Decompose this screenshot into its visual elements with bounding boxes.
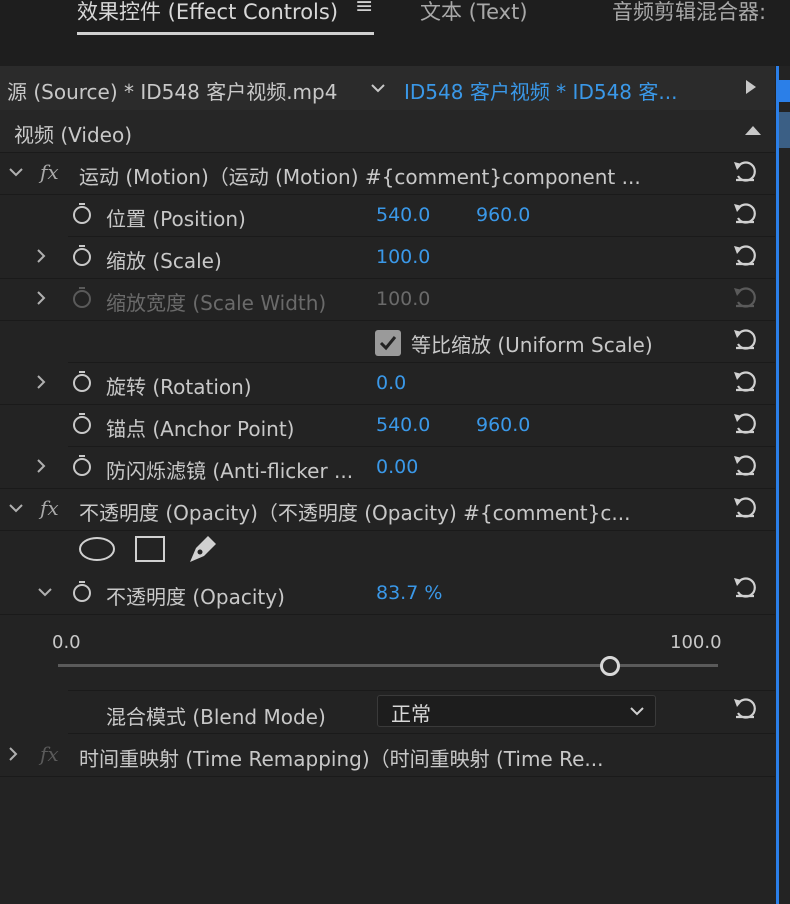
- timeline-clip-cell[interactable]: [779, 112, 790, 148]
- reset-icon[interactable]: [732, 574, 758, 600]
- stopwatch-icon[interactable]: [71, 243, 93, 267]
- panel-tab-bar: 效果控件 (Effect Controls) ≡ 文本 (Text) 音频剪辑混…: [0, 0, 790, 66]
- opacity-slider-knob[interactable]: [600, 656, 621, 676]
- property-label: 旋转 (Rotation): [106, 375, 252, 399]
- reset-icon[interactable]: [732, 368, 758, 394]
- opacity-header-label: 不透明度 (Opacity)（不透明度 (Opacity) #{comment}…: [79, 501, 631, 525]
- position-x-value[interactable]: 540.0: [376, 204, 430, 226]
- position-y-value[interactable]: 960.0: [476, 204, 530, 226]
- rectangle-mask-icon[interactable]: [134, 535, 166, 563]
- playhead-line[interactable]: [776, 66, 779, 904]
- slider-min-label: 0.0: [52, 632, 81, 653]
- tab-audio-clip-mixer[interactable]: 音频剪辑混合器:: [612, 0, 766, 26]
- stopwatch-icon[interactable]: [71, 201, 93, 225]
- sequence-clip-label[interactable]: ID548 客户视频 * ID548 客...: [404, 76, 677, 105]
- reset-icon[interactable]: [732, 494, 758, 520]
- chevron-down-icon[interactable]: [9, 167, 23, 177]
- reset-icon[interactable]: [732, 242, 758, 268]
- anchor-point-row: 锚点 (Anchor Point) 540.0 960.0: [68, 404, 775, 447]
- fx-icon[interactable]: fx: [40, 160, 59, 184]
- property-label: 缩放 (Scale): [106, 249, 222, 273]
- antiflicker-row: 防闪烁滤镜 (Anti-flicker ... 0.00: [0, 446, 775, 489]
- anchor-x-value[interactable]: 540.0: [376, 414, 430, 436]
- tab-effect-controls[interactable]: 效果控件 (Effect Controls): [77, 0, 338, 26]
- reset-icon[interactable]: [732, 158, 758, 184]
- hamburger-menu-icon[interactable]: ≡: [355, 0, 373, 19]
- reset-icon[interactable]: [732, 695, 758, 721]
- position-row: 位置 (Position) 540.0 960.0: [68, 194, 775, 237]
- checkmark-icon: [379, 336, 397, 351]
- stopwatch-icon[interactable]: [71, 579, 93, 603]
- chevron-right-icon[interactable]: [36, 249, 46, 263]
- chevron-down-icon[interactable]: [9, 503, 23, 513]
- reset-icon[interactable]: [732, 200, 758, 226]
- property-label: 锚点 (Anchor Point): [106, 417, 295, 441]
- chevron-right-icon[interactable]: [36, 291, 46, 305]
- reset-icon: [734, 287, 756, 308]
- reset-icon[interactable]: [732, 326, 758, 352]
- scale-value[interactable]: 100.0: [376, 246, 430, 268]
- reset-icon[interactable]: [732, 410, 758, 436]
- property-label: 位置 (Position): [106, 207, 246, 231]
- scale-width-value: 100.0: [376, 288, 431, 310]
- rotation-row: 旋转 (Rotation) 0.0: [0, 362, 775, 405]
- opacity-effect-row: fx 不透明度 (Opacity)（不透明度 (Opacity) #{comme…: [0, 488, 775, 531]
- scale-width-row: 缩放宽度 (Scale Width) 100.0: [0, 278, 775, 321]
- source-bar: 源 (Source) * ID548 客户视频.mp4 ID548 客户视频 *…: [0, 66, 775, 110]
- motion-header-label: 运动 (Motion)（运动 (Motion) #{comment}compon…: [79, 165, 641, 189]
- playhead-handle[interactable]: [776, 80, 790, 102]
- property-label: 不透明度 (Opacity): [106, 585, 285, 609]
- video-section-header: 视频 (Video): [0, 110, 775, 153]
- chevron-down-icon[interactable]: [370, 82, 386, 94]
- rotation-value[interactable]: 0.0: [376, 372, 406, 394]
- slider-max-label: 100.0: [670, 632, 722, 653]
- antiflicker-value[interactable]: 0.00: [376, 456, 418, 478]
- fx-icon[interactable]: fx: [40, 496, 59, 520]
- chevron-right-icon[interactable]: [36, 375, 46, 389]
- anchor-y-value[interactable]: 960.0: [476, 414, 530, 436]
- stopwatch-icon[interactable]: [71, 369, 93, 393]
- property-label: 防闪烁滤镜 (Anti-flicker ...: [106, 459, 354, 483]
- stopwatch-icon[interactable]: [71, 453, 93, 477]
- uniform-scale-checkbox[interactable]: [375, 330, 401, 356]
- triangle-up-icon[interactable]: [744, 124, 762, 136]
- scale-row: 缩放 (Scale) 100.0: [0, 236, 775, 279]
- source-clip-label[interactable]: 源 (Source) * ID548 客户视频.mp4: [7, 76, 337, 105]
- chevron-down-icon[interactable]: [38, 587, 52, 597]
- blend-mode-value: 正常: [391, 702, 431, 726]
- opacity-property-row: 不透明度 (Opacity) 83.7 %: [0, 572, 775, 615]
- section-title: 视频 (Video): [14, 123, 132, 147]
- active-tab-underline: [77, 32, 374, 35]
- stopwatch-icon: [73, 287, 91, 308]
- chevron-down-icon: [630, 707, 644, 716]
- pen-mask-icon[interactable]: [186, 532, 220, 566]
- uniform-scale-label[interactable]: 等比缩放 (Uniform Scale): [411, 329, 653, 358]
- tab-text[interactable]: 文本 (Text): [420, 0, 528, 26]
- motion-effect-row: fx 运动 (Motion)（运动 (Motion) #{comment}com…: [0, 152, 775, 195]
- play-triangle-icon[interactable]: [744, 78, 758, 96]
- property-label: 缩放宽度 (Scale Width): [106, 291, 327, 315]
- ellipse-mask-icon[interactable]: [78, 536, 116, 562]
- reset-icon[interactable]: [732, 452, 758, 478]
- stopwatch-icon[interactable]: [71, 411, 93, 435]
- time-remapping-row: fx 时间重映射 (Time Remapping)（时间重映射 (Time Re…: [0, 734, 775, 777]
- opacity-value[interactable]: 83.7 %: [376, 582, 442, 604]
- blend-mode-label: 混合模式 (Blend Mode): [106, 705, 326, 729]
- chevron-right-icon[interactable]: [8, 747, 18, 761]
- time-remapping-label: 时间重映射 (Time Remapping)（时间重映射 (Time Re...: [79, 747, 604, 771]
- chevron-right-icon[interactable]: [36, 459, 46, 473]
- blend-mode-select[interactable]: 正常: [377, 695, 656, 727]
- fx-icon: fx: [40, 742, 59, 766]
